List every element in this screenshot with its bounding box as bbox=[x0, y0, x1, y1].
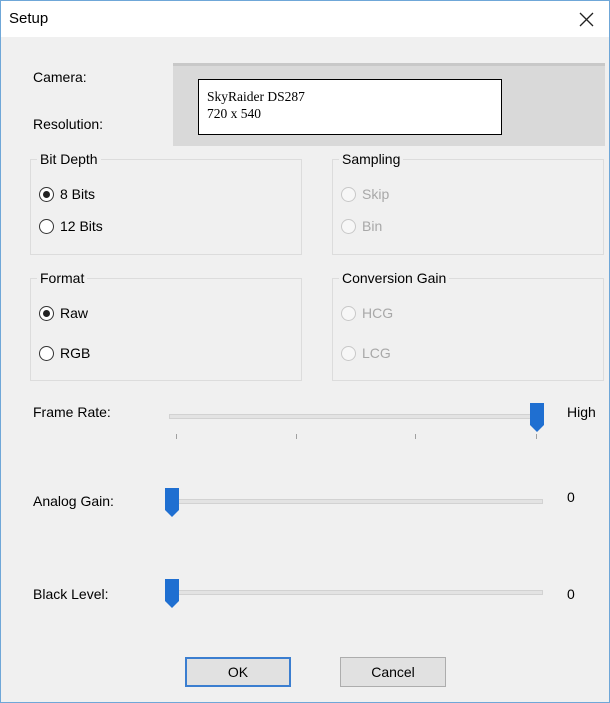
slider-thumb-icon[interactable] bbox=[165, 579, 179, 609]
radio-label: 12 Bits bbox=[60, 218, 103, 234]
radio-unchecked-icon bbox=[341, 186, 356, 202]
bit-depth-group: Bit Depth 8 Bits 12 Bits bbox=[30, 151, 302, 255]
resolution-value: 720 x 540 bbox=[207, 106, 261, 121]
slider-tick bbox=[296, 434, 297, 439]
radio-label: 8 Bits bbox=[60, 186, 96, 202]
radio-checked-icon bbox=[39, 186, 54, 202]
frame-rate-slider[interactable] bbox=[169, 403, 544, 433]
radio-unchecked-icon bbox=[39, 218, 54, 234]
black-level-slider[interactable] bbox=[165, 579, 543, 609]
black-level-label: Black Level: bbox=[33, 586, 109, 602]
analog-gain-label: Analog Gain: bbox=[33, 493, 114, 509]
radio-raw[interactable]: Raw bbox=[39, 305, 88, 321]
close-icon bbox=[579, 12, 593, 26]
conversion-gain-group: Conversion Gain HCG LCG bbox=[332, 270, 604, 381]
radio-label: HCG bbox=[362, 305, 394, 321]
analog-gain-slider[interactable] bbox=[165, 488, 543, 518]
slider-track bbox=[172, 499, 543, 504]
black-level-value: 0 bbox=[567, 586, 575, 602]
ok-button[interactable]: OK bbox=[185, 657, 291, 687]
format-group: Format Raw RGB bbox=[30, 270, 302, 381]
conversion-gain-title: Conversion Gain bbox=[339, 270, 450, 286]
frame-rate-label: Frame Rate: bbox=[33, 404, 111, 420]
slider-thumb-icon[interactable] bbox=[165, 488, 179, 518]
camera-label: Camera: bbox=[33, 69, 87, 85]
sampling-group: Sampling Skip Bin bbox=[332, 151, 604, 255]
sampling-title: Sampling bbox=[339, 151, 404, 167]
radio-8-bits[interactable]: 8 Bits bbox=[39, 186, 95, 202]
frame-rate-value: High bbox=[567, 404, 596, 420]
slider-track bbox=[172, 590, 543, 595]
camera-value: SkyRaider DS287 bbox=[207, 89, 305, 104]
radio-bin[interactable]: Bin bbox=[341, 218, 382, 234]
radio-label: Skip bbox=[362, 186, 390, 202]
format-title: Format bbox=[37, 270, 88, 286]
radio-unchecked-icon bbox=[341, 305, 356, 321]
window-title: Setup bbox=[9, 10, 49, 27]
radio-lcg[interactable]: LCG bbox=[341, 345, 391, 361]
radio-unchecked-icon bbox=[341, 345, 356, 361]
slider-track bbox=[169, 414, 537, 419]
radio-label: Bin bbox=[362, 218, 383, 234]
radio-checked-icon bbox=[39, 305, 54, 321]
analog-gain-value: 0 bbox=[567, 489, 575, 505]
radio-12-bits[interactable]: 12 Bits bbox=[39, 218, 103, 234]
camera-info-box: SkyRaider DS287 720 x 540 bbox=[198, 79, 502, 135]
radio-hcg[interactable]: HCG bbox=[341, 305, 393, 321]
close-button[interactable] bbox=[563, 1, 609, 37]
radio-unchecked-icon bbox=[39, 345, 54, 361]
setup-dialog: Setup Camera: Resolution: SkyRaider DS28… bbox=[0, 0, 610, 703]
slider-tick bbox=[415, 434, 416, 439]
cancel-button[interactable]: Cancel bbox=[340, 657, 446, 687]
radio-rgb[interactable]: RGB bbox=[39, 345, 90, 361]
slider-thumb-icon[interactable] bbox=[530, 403, 544, 433]
resolution-label: Resolution: bbox=[33, 116, 104, 132]
radio-unchecked-icon bbox=[341, 218, 356, 234]
radio-label: RGB bbox=[60, 345, 91, 361]
radio-label: LCG bbox=[362, 345, 391, 361]
bit-depth-title: Bit Depth bbox=[37, 151, 101, 167]
title-bar: Setup bbox=[1, 1, 609, 37]
slider-tick bbox=[536, 434, 537, 439]
radio-skip[interactable]: Skip bbox=[341, 186, 389, 202]
radio-label: Raw bbox=[60, 305, 89, 321]
slider-tick bbox=[176, 434, 177, 439]
